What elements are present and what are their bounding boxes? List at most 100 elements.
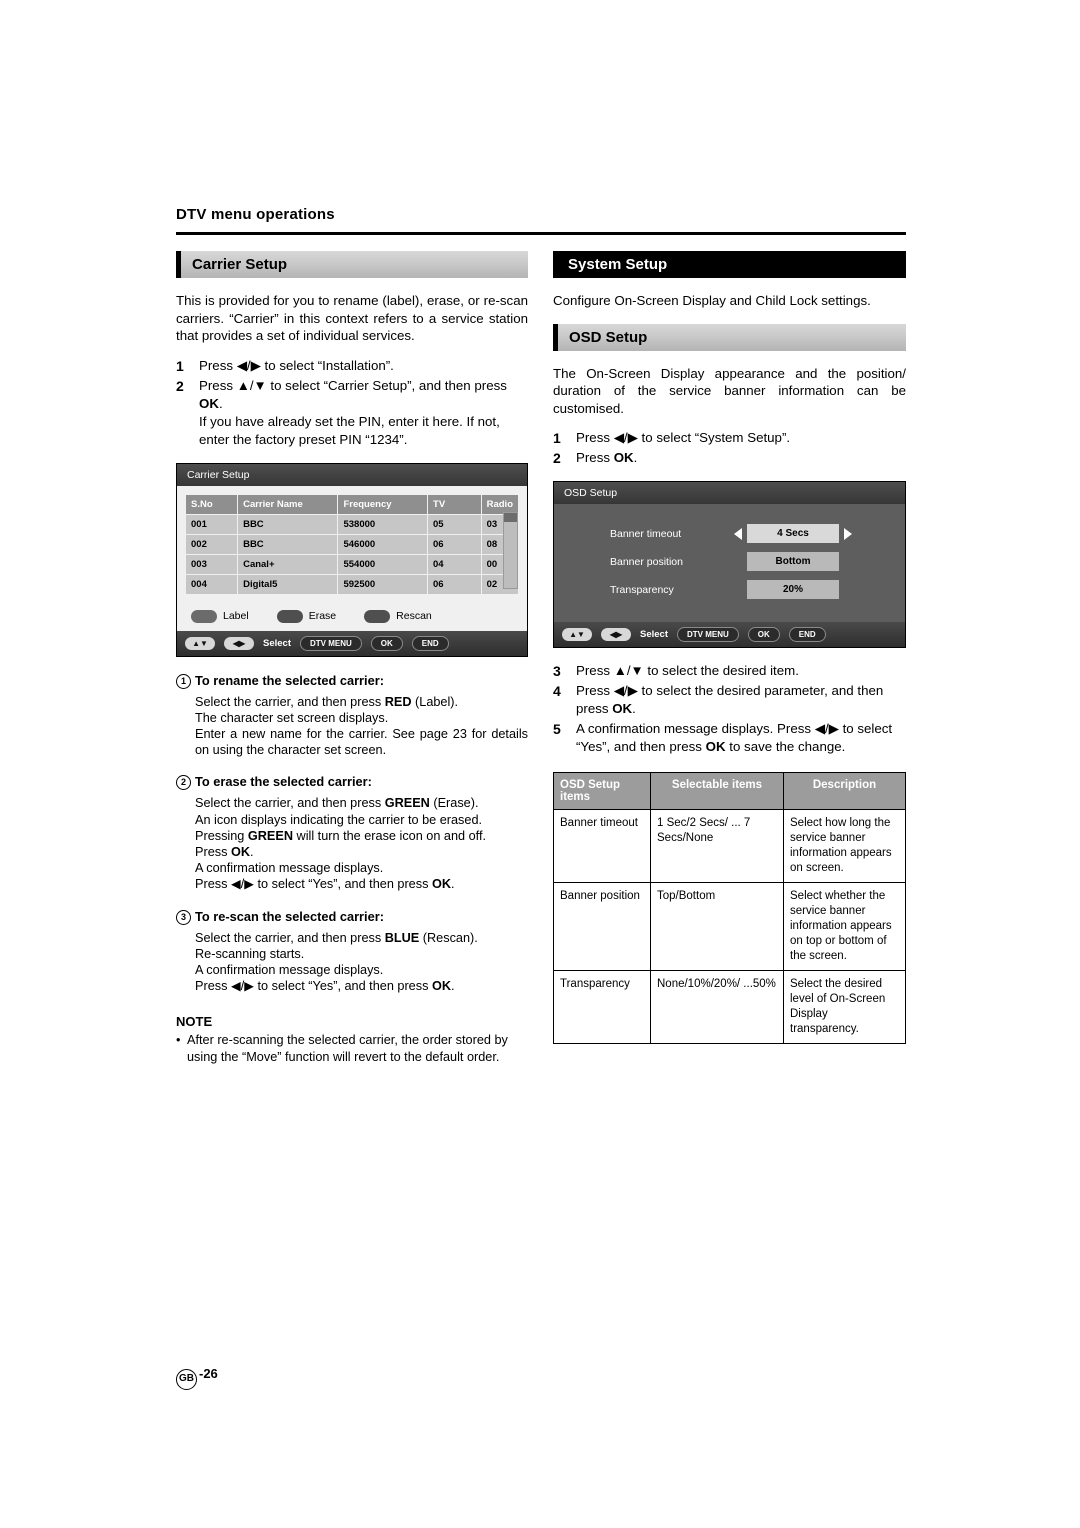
step-text-a: Press bbox=[576, 450, 614, 465]
updown-key-icon: ▲▼ bbox=[185, 636, 215, 650]
step-bold: OK bbox=[705, 739, 726, 754]
end-button[interactable]: END bbox=[411, 635, 449, 651]
osd-title-osd-setup: OSD Setup bbox=[554, 482, 905, 504]
cell-freq: 538000 bbox=[337, 513, 429, 535]
carrier-setup-steps: 1 Press ◀/▶ to select “Installation”. 2 … bbox=[176, 357, 528, 449]
section-title-osd-setup: OSD Setup bbox=[553, 323, 906, 351]
carrier-table: S.No Carrier Name Frequency TV Radio 001… bbox=[184, 493, 520, 595]
section-title-carrier-setup: Carrier Setup bbox=[176, 251, 528, 278]
step-text-a: Press bbox=[199, 377, 237, 393]
ok-button[interactable]: OK bbox=[747, 627, 780, 642]
step-number: 4 bbox=[553, 683, 561, 699]
leftright-key-icon: ◀▶ bbox=[224, 636, 254, 650]
step-bold: OK bbox=[199, 395, 219, 411]
arrow-right-icon[interactable] bbox=[844, 527, 852, 540]
scrollbar[interactable] bbox=[503, 511, 518, 589]
note-body: • After re-scanning the selected carrier… bbox=[176, 1032, 528, 1065]
step-text-c: . bbox=[218, 395, 223, 411]
cell-tv: 06 bbox=[427, 533, 482, 555]
osd-row-banner-timeout[interactable]: Banner timeout 4 Secs bbox=[554, 522, 905, 545]
line-post: . bbox=[451, 877, 455, 892]
table-row[interactable]: 002 BBC 546000 06 08 bbox=[184, 533, 520, 555]
table-row[interactable]: 003 Canal+ 554000 04 00 bbox=[184, 553, 520, 575]
line-pre: Press ◀/▶ to select “Yes”, and then pres… bbox=[195, 877, 432, 892]
step-item: 1 Press ◀/▶ to select “Installation”. bbox=[176, 357, 528, 375]
osd-footer-osd-setup: ▲▼ ◀▶ Select DTV MENU OK END bbox=[554, 622, 905, 647]
step-text: Press ◀/▶ to select the desired paramete… bbox=[576, 682, 906, 718]
scrollbar-thumb[interactable] bbox=[504, 512, 517, 522]
step-item: 3 Press ▲/▼ to select the desired item. bbox=[553, 662, 906, 680]
step-text: A confirmation message displays. Press ◀… bbox=[576, 720, 906, 756]
line-post: (Erase). bbox=[429, 796, 479, 811]
header-rule bbox=[176, 232, 906, 235]
step-number: 3 bbox=[553, 663, 561, 679]
leftright-key-icon: ◀▶ bbox=[601, 628, 631, 641]
line-pre: The character set screen displays. bbox=[195, 710, 389, 725]
cell-selectable: None/10%/20%/ ...50% bbox=[650, 970, 784, 1044]
cell-description: Select whether the service banner inform… bbox=[783, 882, 906, 971]
osd-row-value[interactable]: Bottom bbox=[747, 552, 839, 571]
cell-item: Transparency bbox=[553, 970, 651, 1044]
cell-item: Banner timeout bbox=[553, 809, 651, 883]
line-pre: Select the carrier, and then press bbox=[195, 930, 385, 945]
osd-row-value[interactable]: 20% bbox=[747, 580, 839, 599]
step-number: 1 bbox=[553, 430, 561, 446]
th-selectable-items: Selectable items bbox=[650, 772, 784, 810]
step-text: Press ▲/▼ to select “Carrier Setup”, and… bbox=[199, 377, 528, 449]
page-number: -26 bbox=[199, 1366, 218, 1381]
ok-button[interactable]: OK bbox=[370, 635, 403, 651]
dtv-menu-button[interactable]: DTV MENU bbox=[677, 627, 739, 642]
osd-setup-spec-table: OSD Setup items Selectable items Descrip… bbox=[553, 772, 906, 1044]
arrow-left-right-icon: ◀/▶ bbox=[814, 721, 839, 736]
table-row[interactable]: 004 Digital5 592500 06 02 bbox=[184, 573, 520, 595]
step-text-b: to select “Installation”. bbox=[260, 357, 394, 373]
osd-row-banner-position[interactable]: Banner position Bottom bbox=[554, 550, 905, 573]
arrow-left-right-icon: ◀/▶ bbox=[613, 683, 638, 698]
th-description: Description bbox=[783, 772, 906, 810]
line-bold: RED bbox=[384, 694, 412, 709]
th-carrier-name: Carrier Name bbox=[237, 493, 339, 515]
carrier-table-wrapper: S.No Carrier Name Frequency TV Radio 001… bbox=[177, 485, 527, 601]
end-button[interactable]: END bbox=[788, 627, 826, 642]
cell-name: Digital5 bbox=[237, 573, 339, 595]
item-3-title: 3 To re-scan the selected carrier: bbox=[176, 909, 528, 925]
step-item: 4 Press ◀/▶ to select the desired parame… bbox=[553, 682, 906, 718]
step-extra: If you have already set the PIN, enter i… bbox=[199, 413, 500, 447]
carrier-setup-osd-screenshot: Carrier Setup S.No Carrier Name Frequenc… bbox=[176, 462, 528, 657]
step-bold: OK bbox=[612, 701, 633, 716]
cell-name: BBC bbox=[237, 513, 339, 535]
step-text-c: . bbox=[632, 701, 636, 716]
dtv-menu-button[interactable]: DTV MENU bbox=[300, 635, 362, 651]
left-column: Carrier Setup This is provided for you t… bbox=[176, 251, 528, 1065]
cell-freq: 554000 bbox=[337, 553, 429, 575]
step-text-a: A confirmation message displays. Press bbox=[576, 721, 815, 736]
blue-key-icon bbox=[364, 609, 391, 623]
note-text: After re-scanning the selected carrier, … bbox=[187, 1033, 508, 1064]
carrier-setup-intro: This is provided for you to rename (labe… bbox=[176, 293, 528, 343]
red-key-icon bbox=[191, 609, 217, 623]
step-text-b: to select “Carrier Setup”, and then pres… bbox=[266, 377, 507, 393]
cell-sno: 001 bbox=[184, 513, 239, 535]
note-bullet: • bbox=[176, 1033, 181, 1048]
page-footer: GB -26 bbox=[176, 1366, 218, 1390]
step-item: 1 Press ◀/▶ to select “System Setup”. bbox=[553, 429, 906, 447]
step-text-b: to select “System Setup”. bbox=[637, 430, 791, 445]
table-row[interactable]: 001 BBC 538000 05 03 bbox=[184, 513, 520, 535]
th-tv: TV bbox=[427, 493, 482, 515]
osd-row-transparency[interactable]: Transparency 20% bbox=[554, 578, 905, 601]
arrow-left-icon[interactable] bbox=[734, 527, 742, 540]
footer-select-label: Select bbox=[640, 629, 668, 640]
step-text-a: Press bbox=[576, 430, 614, 445]
line-pre: Select the carrier, and then press bbox=[195, 796, 385, 811]
osd-setup-intro: The On-Screen Display appearance and the… bbox=[553, 365, 906, 416]
osd-row-value[interactable]: 4 Secs bbox=[747, 524, 839, 543]
line-pre: Press ◀/▶ to select “Yes”, and then pres… bbox=[195, 979, 432, 994]
line-post: . bbox=[451, 979, 455, 994]
line-bold: GREEN bbox=[384, 796, 430, 811]
circle-number-3: 3 bbox=[176, 909, 191, 925]
circle-number-2: 2 bbox=[176, 775, 191, 791]
cell-selectable: 1 Sec/2 Secs/ ... 7 Secs/None bbox=[650, 809, 784, 883]
line-bold: OK bbox=[230, 844, 250, 859]
line-post: will turn the erase icon on and off. bbox=[293, 828, 487, 843]
line-bold: GREEN bbox=[247, 828, 294, 843]
